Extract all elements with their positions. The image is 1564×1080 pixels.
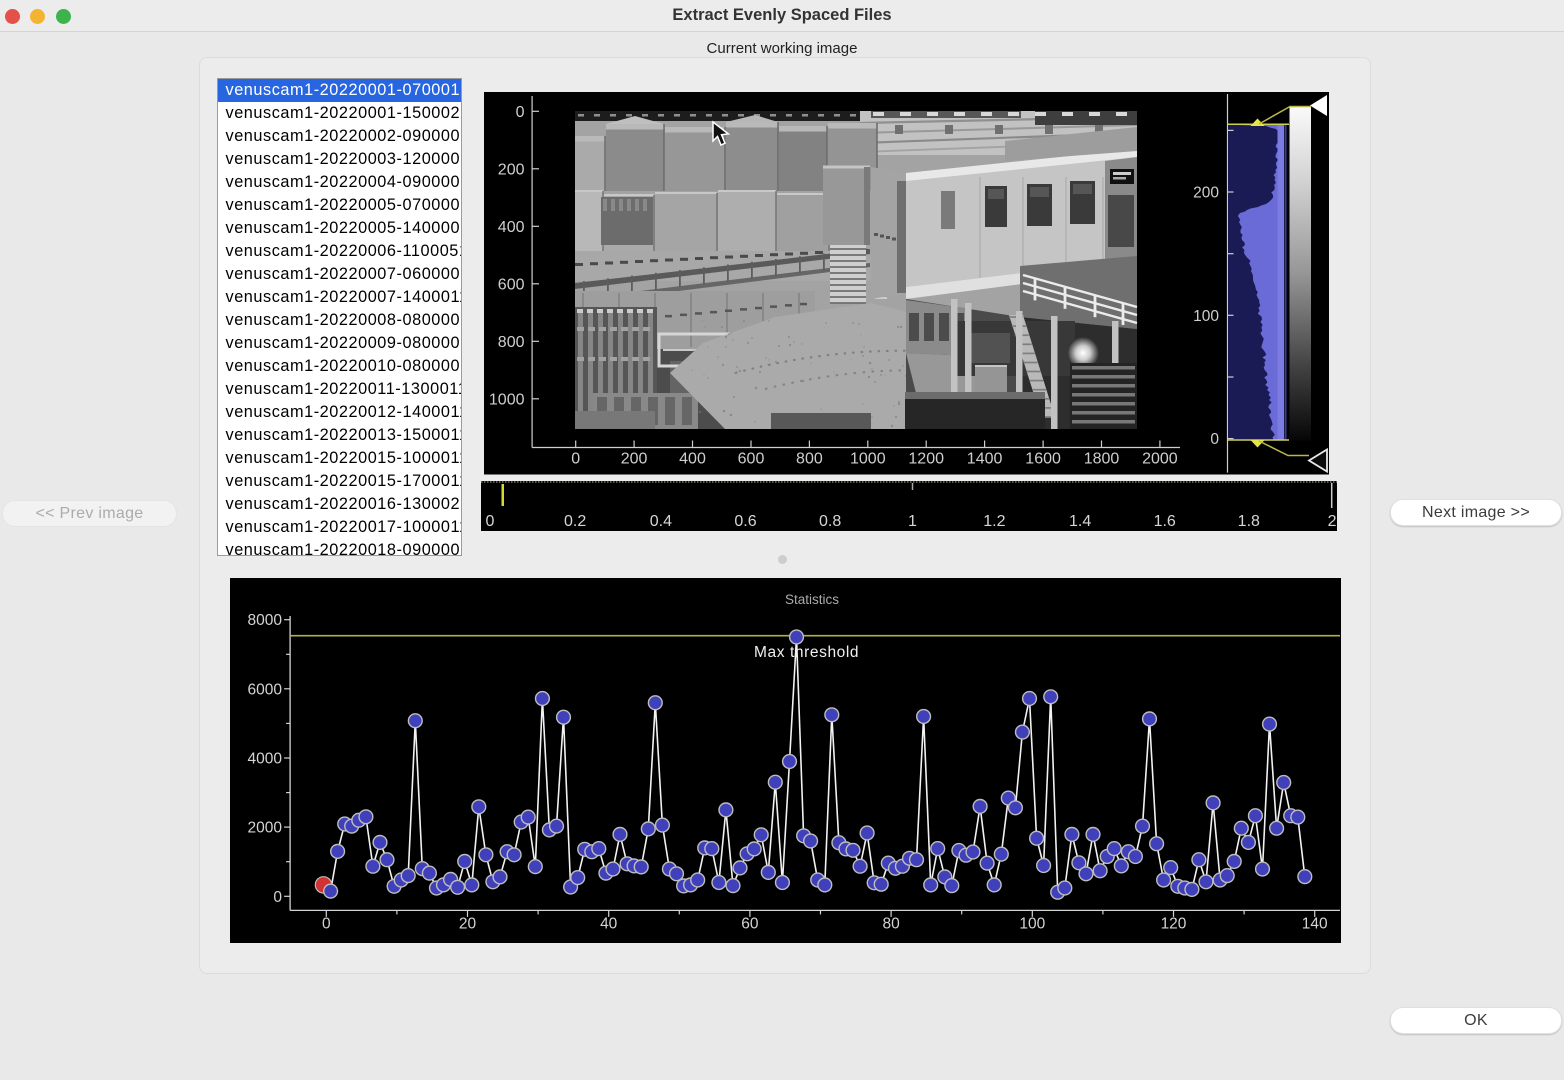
svg-text:2000: 2000 (248, 820, 283, 837)
svg-text:20: 20 (459, 916, 477, 933)
svg-text:100: 100 (1019, 916, 1045, 933)
svg-text:Max threshold: Max threshold (754, 644, 859, 661)
svg-text:4000: 4000 (248, 751, 283, 768)
svg-text:8000: 8000 (248, 612, 283, 629)
svg-text:120: 120 (1161, 916, 1187, 933)
svg-text:0: 0 (322, 916, 331, 933)
svg-text:40: 40 (600, 916, 618, 933)
svg-text:Statistics: Statistics (785, 592, 839, 607)
svg-text:140: 140 (1302, 916, 1328, 933)
svg-text:60: 60 (741, 916, 759, 933)
svg-text:6000: 6000 (248, 681, 283, 698)
svg-text:0: 0 (273, 889, 282, 906)
svg-text:80: 80 (882, 916, 900, 933)
